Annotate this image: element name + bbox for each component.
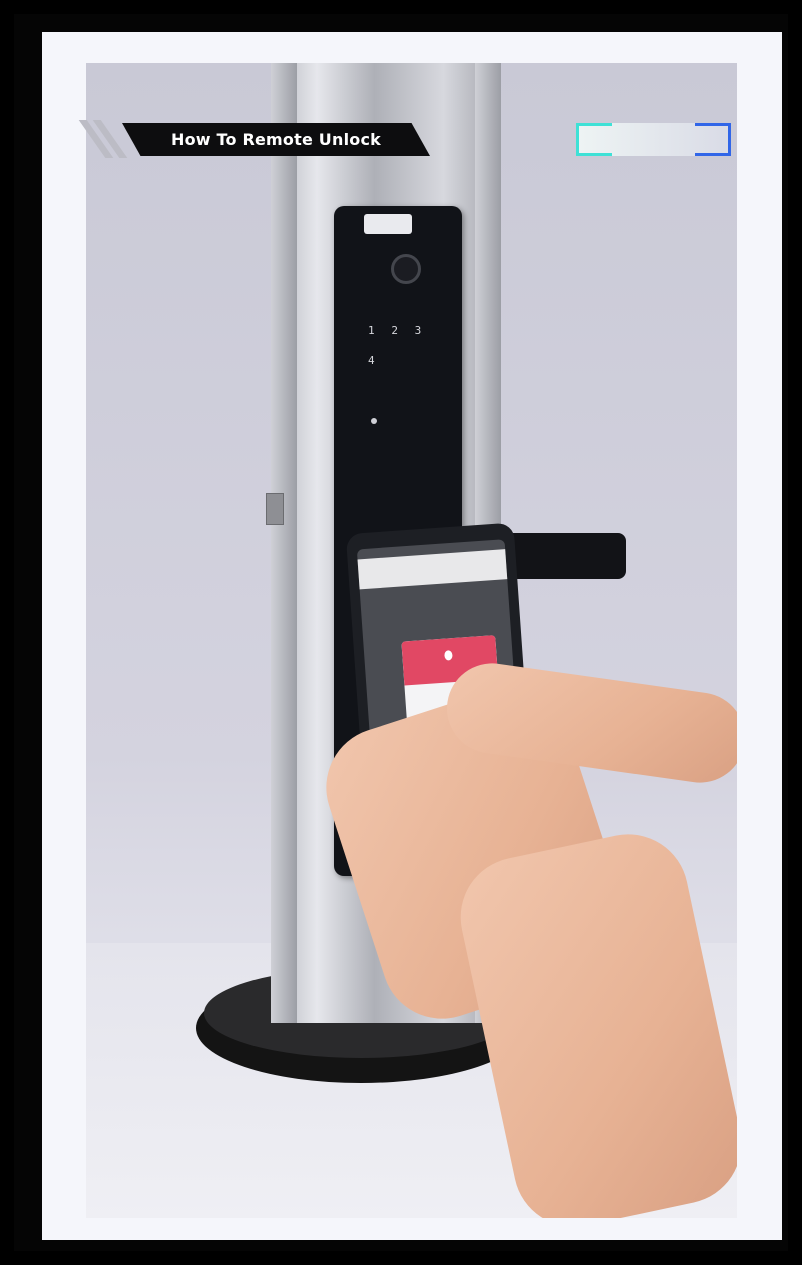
title-banner: How To Remote Unlock	[122, 123, 430, 156]
door-latch	[266, 493, 284, 525]
keypad-key: 3	[414, 324, 422, 337]
camera-icon	[391, 254, 421, 284]
video-title: How To Remote Unlock	[171, 130, 381, 149]
doorbell-icon	[371, 418, 377, 424]
stand-edge-left	[271, 63, 297, 1023]
keypad-key: 4	[368, 354, 375, 367]
phone-app-bar	[357, 549, 508, 590]
logo-bracket-right	[695, 123, 731, 156]
lock-keypad: 1 2 3 4	[368, 324, 438, 374]
logo-bracket-left	[576, 123, 612, 156]
keypad-key: 1	[368, 324, 375, 337]
keypad-key: 2	[391, 324, 398, 337]
lock-sensor-window	[364, 214, 412, 234]
product-photo: 1 2 3 4	[86, 63, 737, 1218]
